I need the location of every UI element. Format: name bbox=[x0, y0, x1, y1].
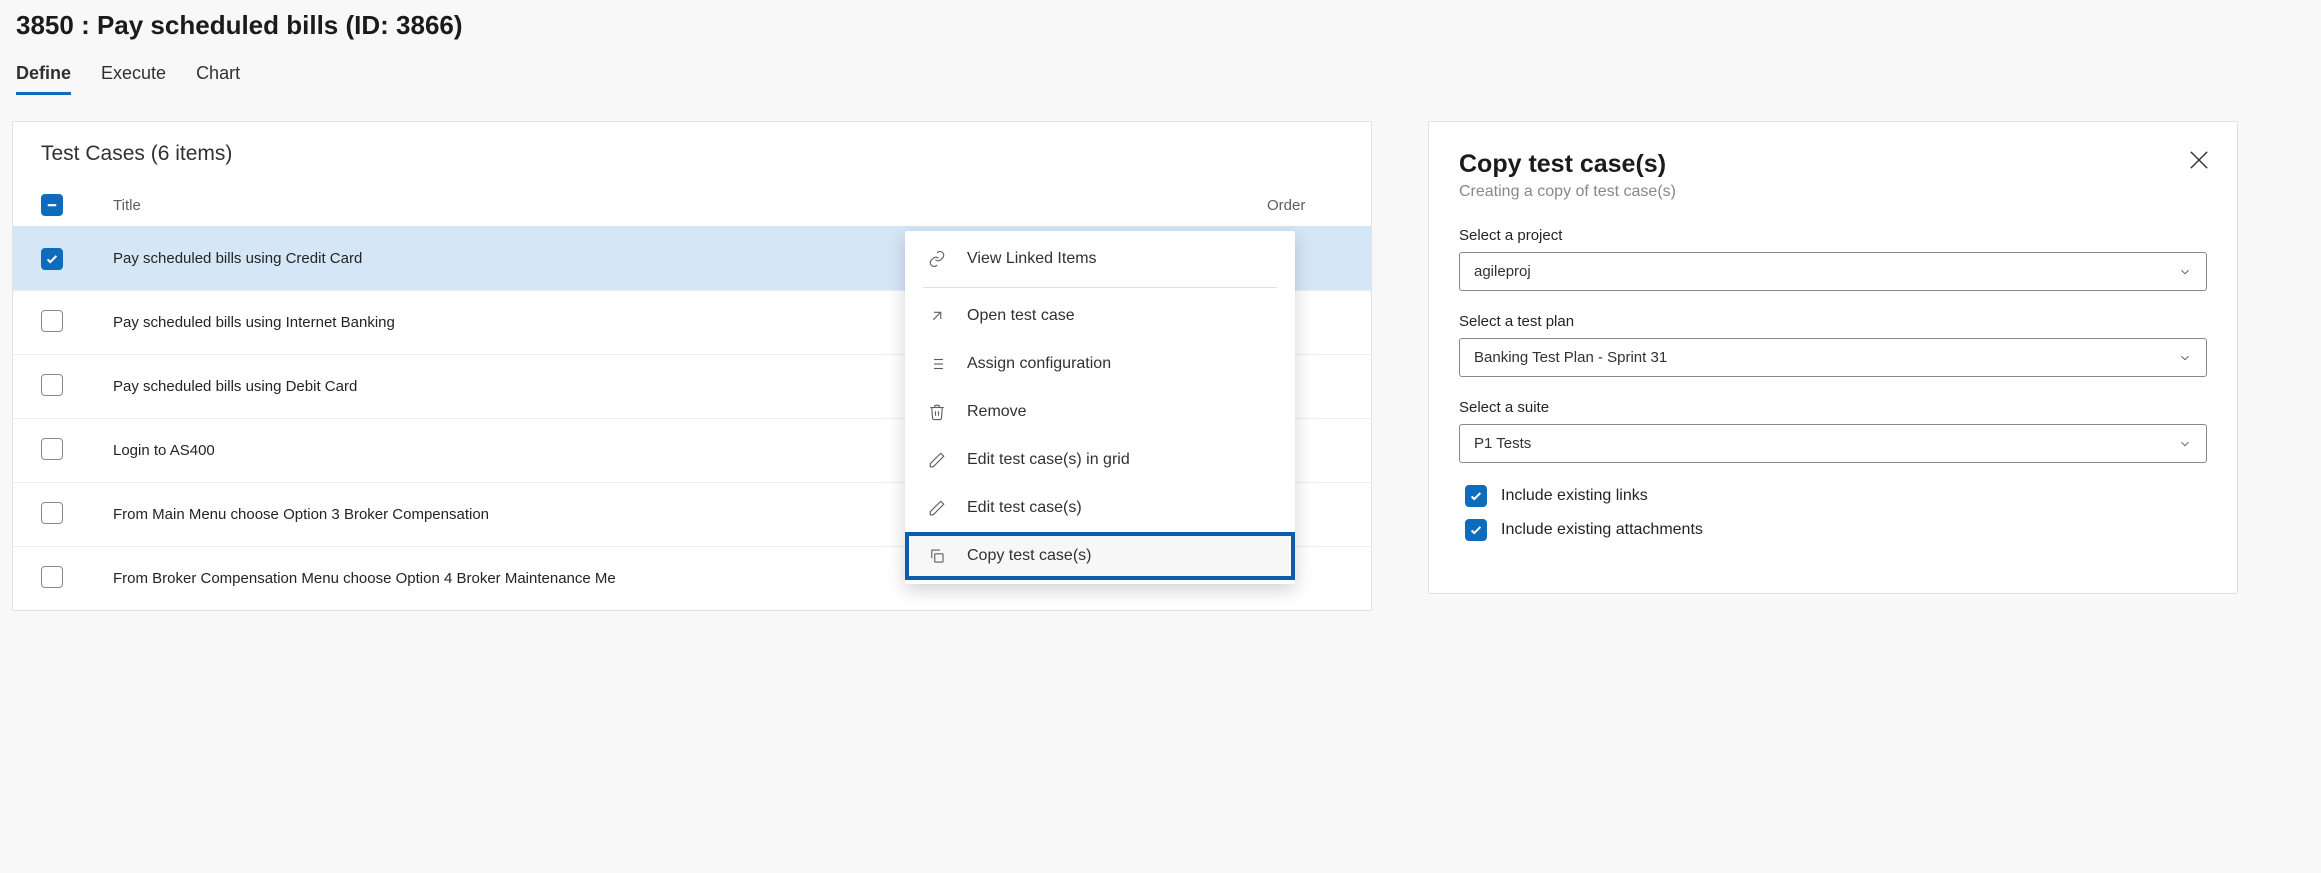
column-title[interactable]: Title bbox=[113, 197, 1267, 214]
menu-item-label: Assign configuration bbox=[967, 355, 1111, 373]
project-select[interactable]: agileproj bbox=[1459, 252, 2207, 291]
page-title: 3850 : Pay scheduled bills (ID: 3866) bbox=[12, 10, 2309, 41]
tab-chart[interactable]: Chart bbox=[196, 63, 240, 95]
suite-select[interactable]: P1 Tests bbox=[1459, 424, 2207, 463]
row-checkbox[interactable] bbox=[41, 502, 63, 524]
menu-edit-in-grid[interactable]: Edit test case(s) in grid bbox=[905, 436, 1295, 484]
include-attachments-label: Include existing attachments bbox=[1501, 521, 1703, 539]
include-links-checkbox[interactable] bbox=[1465, 485, 1487, 507]
close-icon bbox=[2185, 161, 2213, 177]
table-header: Title Order bbox=[13, 184, 1371, 226]
select-all-checkbox[interactable] bbox=[41, 194, 63, 216]
column-order[interactable]: Order bbox=[1267, 197, 1357, 214]
project-label: Select a project bbox=[1459, 227, 2207, 244]
tab-execute[interactable]: Execute bbox=[101, 63, 166, 95]
menu-item-label: View Linked Items bbox=[967, 250, 1097, 268]
chevron-down-icon bbox=[2178, 265, 2192, 279]
test-plan-label: Select a test plan bbox=[1459, 313, 2207, 330]
menu-assign-configuration[interactable]: Assign configuration bbox=[905, 340, 1295, 388]
copy-icon bbox=[927, 546, 947, 566]
row-checkbox[interactable] bbox=[41, 310, 63, 332]
include-links-label: Include existing links bbox=[1501, 487, 1648, 505]
list-icon bbox=[927, 354, 947, 374]
test-cases-panel: Test Cases (6 items) Title Order Pay sch… bbox=[12, 121, 1372, 611]
row-title: Login to AS400 bbox=[113, 442, 215, 459]
row-title: From Main Menu choose Option 3 Broker Co… bbox=[113, 506, 489, 523]
menu-item-label: Copy test case(s) bbox=[967, 547, 1091, 565]
row-title: Pay scheduled bills using Internet Banki… bbox=[113, 314, 395, 331]
menu-item-label: Edit test case(s) bbox=[967, 499, 1082, 517]
row-checkbox[interactable] bbox=[41, 566, 63, 588]
row-title: Pay scheduled bills using Debit Card bbox=[113, 378, 357, 395]
test-cases-panel-title: Test Cases (6 items) bbox=[13, 142, 1371, 184]
copy-test-case-panel: Copy test case(s) Creating a copy of tes… bbox=[1428, 121, 2238, 594]
open-icon bbox=[927, 306, 947, 326]
close-button[interactable] bbox=[2185, 146, 2213, 174]
suite-label: Select a suite bbox=[1459, 399, 2207, 416]
menu-copy-test-cases[interactable]: Copy test case(s) bbox=[905, 532, 1295, 580]
tabs: Define Execute Chart bbox=[12, 63, 2309, 95]
tab-define[interactable]: Define bbox=[16, 63, 71, 95]
row-checkbox[interactable] bbox=[41, 438, 63, 460]
test-plan-value: Banking Test Plan - Sprint 31 bbox=[1474, 349, 1667, 366]
menu-item-label: Edit test case(s) in grid bbox=[967, 451, 1130, 469]
link-icon bbox=[927, 249, 947, 269]
test-plan-select[interactable]: Banking Test Plan - Sprint 31 bbox=[1459, 338, 2207, 377]
pencil-icon bbox=[927, 498, 947, 518]
pencil-icon bbox=[927, 450, 947, 470]
menu-edit-test-cases[interactable]: Edit test case(s) bbox=[905, 484, 1295, 532]
project-value: agileproj bbox=[1474, 263, 1531, 280]
suite-value: P1 Tests bbox=[1474, 435, 1531, 452]
row-title: From Broker Compensation Menu choose Opt… bbox=[113, 570, 616, 587]
row-title: Pay scheduled bills using Credit Card bbox=[113, 250, 362, 267]
side-panel-subtitle: Creating a copy of test case(s) bbox=[1459, 183, 2207, 201]
chevron-down-icon bbox=[2178, 351, 2192, 365]
menu-open-test-case[interactable]: Open test case bbox=[905, 292, 1295, 340]
side-panel-title: Copy test case(s) bbox=[1459, 150, 2207, 179]
menu-view-linked-items[interactable]: View Linked Items bbox=[905, 235, 1295, 283]
trash-icon bbox=[927, 402, 947, 422]
include-attachments-checkbox[interactable] bbox=[1465, 519, 1487, 541]
menu-remove[interactable]: Remove bbox=[905, 388, 1295, 436]
chevron-down-icon bbox=[2178, 437, 2192, 451]
menu-item-label: Open test case bbox=[967, 307, 1075, 325]
row-checkbox[interactable] bbox=[41, 248, 63, 270]
row-checkbox[interactable] bbox=[41, 374, 63, 396]
menu-divider bbox=[923, 287, 1277, 288]
context-menu: View Linked Items Open test case Assign … bbox=[905, 231, 1295, 584]
menu-item-label: Remove bbox=[967, 403, 1027, 421]
